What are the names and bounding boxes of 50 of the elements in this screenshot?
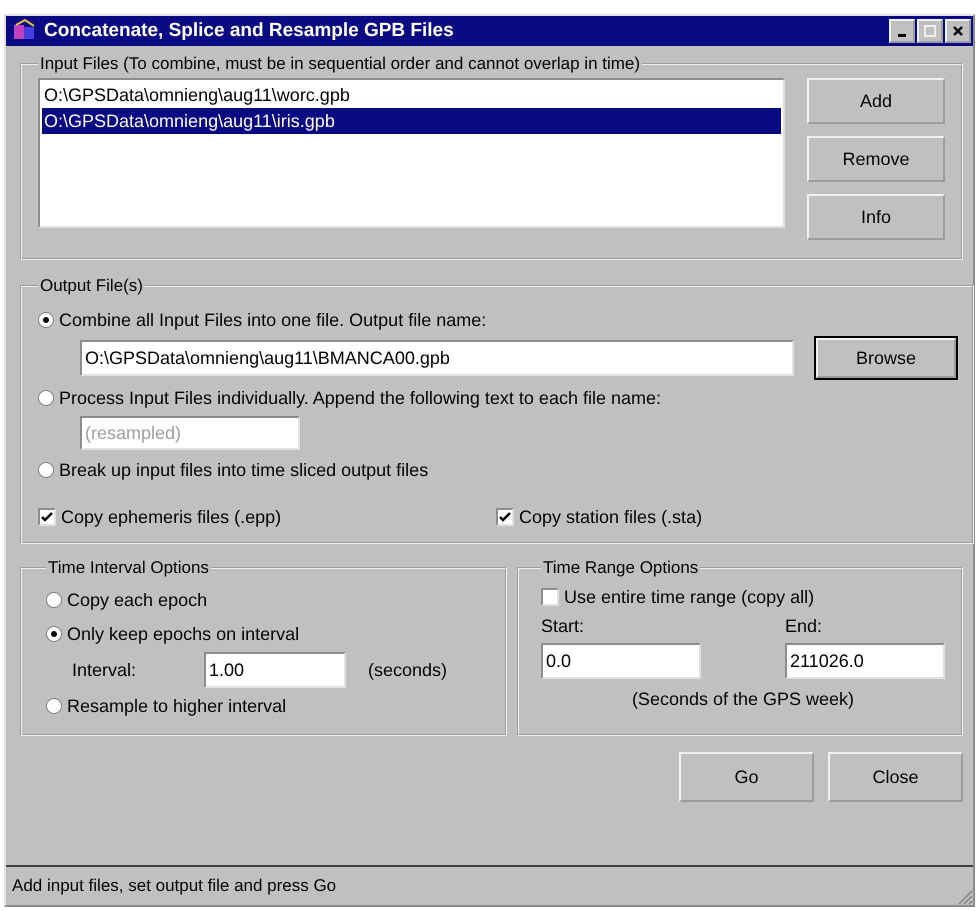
dialog-button[interactable]: Close <box>828 752 963 802</box>
action-button[interactable]: Info <box>807 194 945 240</box>
status-text: Add input files, set output file and press Go <box>12 876 338 896</box>
checkbox-label: Copy station files (.sta) <box>519 506 702 528</box>
field-label: Start: <box>541 616 586 637</box>
dialog-button[interactable]: Go <box>679 752 814 802</box>
text-field[interactable]: O:\GPSData\omnieng\aug11\BMANCA00.gpb <box>80 340 794 376</box>
radio-button[interactable] <box>38 462 54 478</box>
minimize-button[interactable] <box>889 19 915 43</box>
close-icon <box>951 24 965 38</box>
group-label: Time Range Options <box>542 558 700 578</box>
file-list-item[interactable]: O:\GPSData\omnieng\aug11\worc.gpb <box>42 82 781 108</box>
checkbox-label: Copy ephemeris files (.epp) <box>61 506 282 528</box>
file-list[interactable]: O:\GPSData\omnieng\aug11\worc.gpb O:\GPSData\omnieng\aug11\iris.gpb <box>38 78 785 228</box>
radio-button[interactable] <box>38 312 54 328</box>
minimize-icon <box>898 34 906 36</box>
radio-option[interactable]: Combine all Input Files into one file. Output file name: <box>38 304 956 336</box>
radio-button[interactable] <box>46 626 62 642</box>
window-title: Concatenate, Splice and Resample GPB Files <box>44 20 455 42</box>
group-label: Input Files (To combine, must be in sequential order and cannot overlap in time) <box>39 54 642 74</box>
action-button[interactable]: Remove <box>807 136 945 182</box>
hint-text: (Seconds of the GPS week) <box>632 689 854 709</box>
option-label: Combine all Input Files into one file. Output file name: <box>59 310 486 330</box>
group-label: Output File(s) <box>39 276 144 296</box>
option-label: Break up input files into time sliced output files <box>59 460 428 480</box>
action-button[interactable]: Add <box>807 78 945 124</box>
browse-button[interactable]: Browse <box>816 338 956 378</box>
unit-label: (seconds) <box>368 660 448 680</box>
field-label: End: <box>785 616 824 637</box>
option-label: Copy each epoch <box>67 590 208 610</box>
checkbox[interactable] <box>496 508 514 526</box>
radio-button[interactable] <box>46 592 62 608</box>
file-list-item[interactable]: O:\GPSData\omnieng\aug11\iris.gpb <box>42 108 781 134</box>
radio-option[interactable]: Break up input files into time sliced output files <box>38 454 956 486</box>
field-label: Interval: <box>72 660 138 680</box>
close-button[interactable] <box>945 19 971 43</box>
start-field[interactable]: 0.0 <box>541 643 701 679</box>
maximize-icon <box>923 24 937 38</box>
group-label: Time Interval Options <box>47 558 210 578</box>
end-field[interactable]: 211026.0 <box>785 643 945 679</box>
radio-option[interactable]: Process Input Files individually. Append the following text to each file name: <box>38 382 956 414</box>
checkbox[interactable] <box>38 508 56 526</box>
option-label: Resample to higher interval <box>67 696 286 716</box>
radio-button[interactable] <box>46 698 62 714</box>
checkbox-label: Use entire time range (copy all) <box>564 586 814 608</box>
interval-field[interactable]: 1.00 <box>204 652 346 688</box>
checkbox[interactable] <box>541 588 559 606</box>
option-label: Process Input Files individually. Append the following text to each file name: <box>59 388 662 408</box>
radio-button[interactable] <box>38 390 54 406</box>
option-label: Only keep epochs on interval <box>67 624 300 644</box>
